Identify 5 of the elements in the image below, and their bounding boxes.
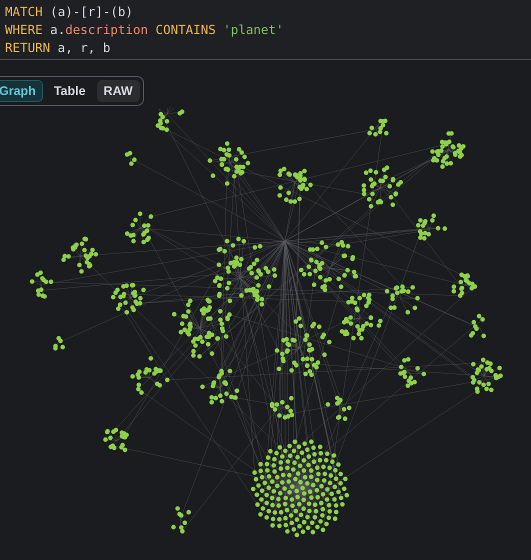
view-tab[interactable]: RAW bbox=[96, 80, 140, 102]
view-tab[interactable]: Table bbox=[46, 80, 93, 102]
code-line: RETURN a, r, b bbox=[5, 39, 112, 57]
code-line: WHERE a.description CONTAINS 'planet' bbox=[5, 21, 284, 39]
code-line: MATCH (a)-[r]-(b) bbox=[5, 3, 134, 21]
